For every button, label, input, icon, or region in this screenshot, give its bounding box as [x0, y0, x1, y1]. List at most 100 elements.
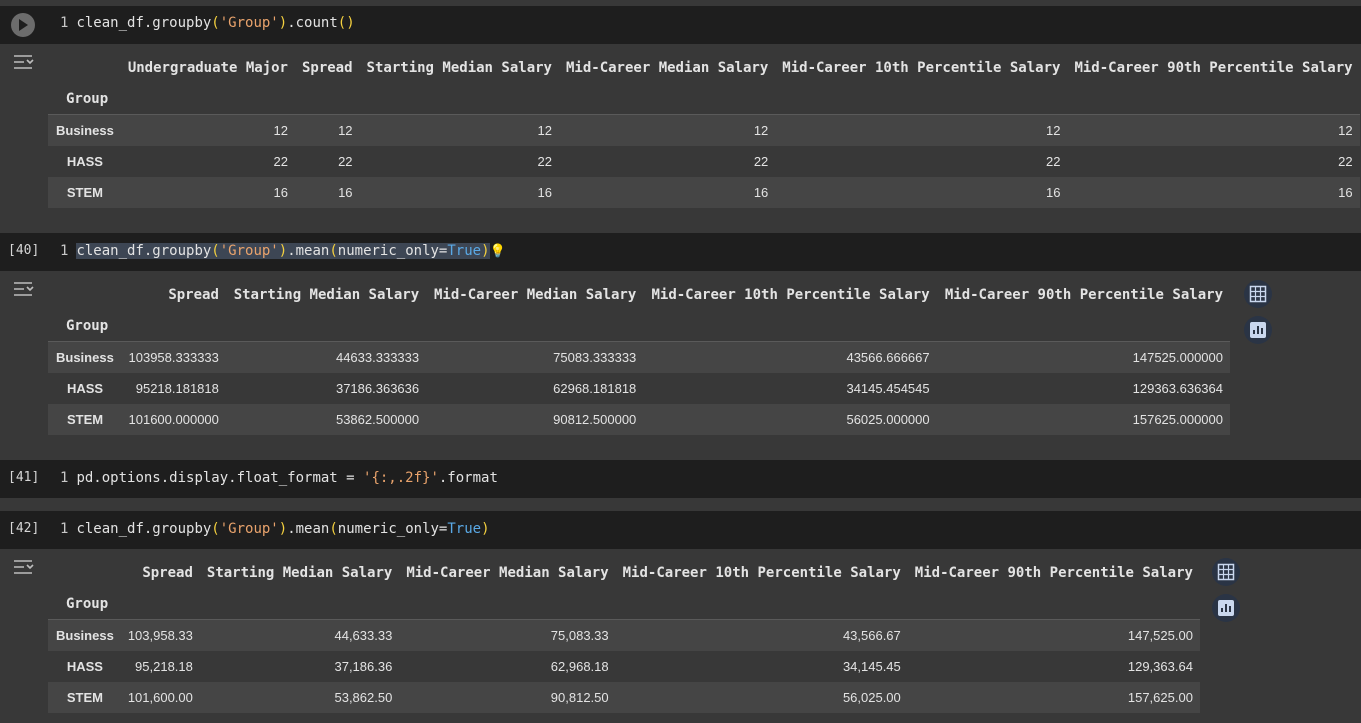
code-method: .mean [287, 521, 330, 537]
table-view-button[interactable] [1212, 558, 1240, 586]
row-index: STEM [48, 404, 122, 435]
table-cell: 12 [120, 114, 295, 146]
table-cell: 101600.000000 [121, 404, 226, 435]
table-row: HASS 22 22 22 22 22 22 [48, 146, 1360, 177]
table-cell: 147525.000000 [936, 341, 1230, 373]
row-index: HASS [48, 373, 122, 404]
code-keyword: True [447, 243, 482, 259]
code-cell-41[interactable]: [41] 1 pd.options.display.float_format = … [0, 460, 1361, 498]
code-string-arg: '{:,.2f}' [363, 470, 439, 486]
column-header: Spread [301, 59, 353, 76]
table-cell: 62,968.18 [399, 651, 616, 682]
column-header: Mid-Career 90th Percentile Salary [914, 564, 1193, 581]
output-area-40: Spread Starting Median Salary Mid-Career… [0, 271, 1361, 447]
table-row: Business 12 12 12 12 12 12 [48, 114, 1360, 146]
code-line[interactable]: 1 clean_df.groupby('Group').count() [60, 15, 355, 31]
column-header: Mid-Career Median Salary [565, 59, 769, 76]
table-cell: 12 [294, 114, 360, 146]
row-index: Business [48, 114, 121, 146]
output-area-42: Spread Starting Median Salary Mid-Career… [0, 549, 1361, 723]
code-cell-42[interactable]: [42] 1 clean_df.groupby('Group').mean(num… [0, 511, 1361, 549]
row-index: STEM [48, 177, 121, 208]
code-line[interactable]: 1 clean_df.groupby('Group').mean(numeric_… [60, 243, 506, 259]
column-header: Mid-Career Median Salary [406, 564, 609, 581]
table-cell: 75,083.33 [399, 619, 616, 651]
table-cell: 56025.000000 [643, 404, 937, 435]
table-cell: 12 [1067, 114, 1360, 146]
table-row: Business 103,958.33 44,633.33 75,083.33 … [48, 619, 1200, 651]
column-header: Spread [168, 286, 219, 303]
chart-suggest-button[interactable] [1244, 316, 1272, 344]
table-row: Business 103958.333333 44633.333333 7508… [48, 341, 1230, 373]
lightbulb-icon[interactable]: 💡 [490, 244, 506, 259]
table-cell: 22 [558, 146, 776, 177]
chart-suggest-button[interactable] [1212, 594, 1240, 622]
code-keyword: True [447, 521, 482, 537]
table-cell: 103958.333333 [121, 341, 226, 373]
table-cell: 53,862.50 [199, 682, 400, 713]
table-cell: 90812.500000 [426, 404, 644, 435]
code-line[interactable]: 1 pd.options.display.float_format = '{:,.… [60, 470, 498, 486]
table-row: HASS 95218.181818 37186.363636 62968.181… [48, 373, 1230, 404]
column-header: Mid-Career Median Salary [434, 286, 637, 303]
table-cell: 22 [775, 146, 1068, 177]
run-cell-button[interactable] [11, 13, 35, 37]
output-area-1: Undergraduate Major Spread Starting Medi… [0, 44, 1361, 220]
table-cell: 22 [120, 146, 295, 177]
table-cell: 44,633.33 [199, 619, 400, 651]
table-cell: 129363.636364 [936, 373, 1230, 404]
table-cell: 22 [359, 146, 559, 177]
table-cell: 16 [558, 177, 776, 208]
code-kwarg: numeric_only= [337, 243, 448, 259]
index-name: Group [48, 83, 121, 115]
code-call-parens: () [337, 15, 355, 31]
table-cell: 103,958.33 [120, 619, 200, 651]
code-string-arg: 'Group' [219, 243, 279, 259]
code-method: .mean [287, 243, 330, 259]
column-header: Starting Median Salary [366, 59, 552, 76]
table-cell: 16 [120, 177, 295, 208]
table-cell: 56,025.00 [615, 682, 908, 713]
code-cell-40[interactable]: [40] 1 clean_df.groupby('Group').mean(num… [0, 233, 1361, 271]
table-view-button[interactable] [1244, 280, 1272, 308]
table-cell: 43,566.67 [615, 619, 908, 651]
table-row: HASS 95,218.18 37,186.36 62,968.18 34,14… [48, 651, 1200, 682]
column-header: Spread [142, 564, 193, 581]
dataframe-table: Spread Starting Median Salary Mid-Career… [48, 279, 1230, 435]
table-cell: 16 [1067, 177, 1360, 208]
output-collapse-icon[interactable] [12, 557, 36, 577]
table-cell: 16 [294, 177, 360, 208]
table-cell: 16 [359, 177, 559, 208]
table-cell: 44633.333333 [225, 341, 427, 373]
table-cell: 90,812.50 [399, 682, 616, 713]
table-cell: 22 [294, 146, 360, 177]
code-cell-1[interactable]: 1 clean_df.groupby('Group').count() [0, 6, 1361, 44]
code-kwarg: numeric_only= [337, 521, 448, 537]
bar-chart-icon [1250, 322, 1266, 338]
table-cell: 34,145.45 [615, 651, 908, 682]
row-index: HASS [48, 651, 121, 682]
table-icon [1249, 285, 1267, 303]
table-cell: 129,363.64 [907, 651, 1200, 682]
table-cell: 157,625.00 [907, 682, 1200, 713]
index-name: Group [48, 310, 122, 342]
table-row: STEM 16 16 16 16 16 16 [48, 177, 1360, 208]
table-cell: 16 [775, 177, 1068, 208]
output-collapse-icon[interactable] [12, 279, 36, 299]
table-cell: 43566.666667 [643, 341, 937, 373]
line-number: 1 [60, 243, 69, 259]
column-header: Mid-Career 90th Percentile Salary [944, 286, 1223, 303]
code-string-arg: 'Group' [219, 15, 279, 31]
output-collapse-icon[interactable] [12, 52, 36, 72]
table-cell: 157625.000000 [936, 404, 1230, 435]
row-index: Business [48, 341, 122, 373]
code-line[interactable]: 1 clean_df.groupby('Group').mean(numeric_… [60, 521, 490, 537]
code-string-arg: 'Group' [219, 521, 279, 537]
table-cell: 37,186.36 [199, 651, 400, 682]
table-cell: 53862.500000 [225, 404, 427, 435]
play-icon [19, 19, 28, 31]
line-number: 1 [60, 470, 69, 486]
table-cell: 95,218.18 [120, 651, 200, 682]
row-index: HASS [48, 146, 121, 177]
table-cell: 12 [775, 114, 1068, 146]
